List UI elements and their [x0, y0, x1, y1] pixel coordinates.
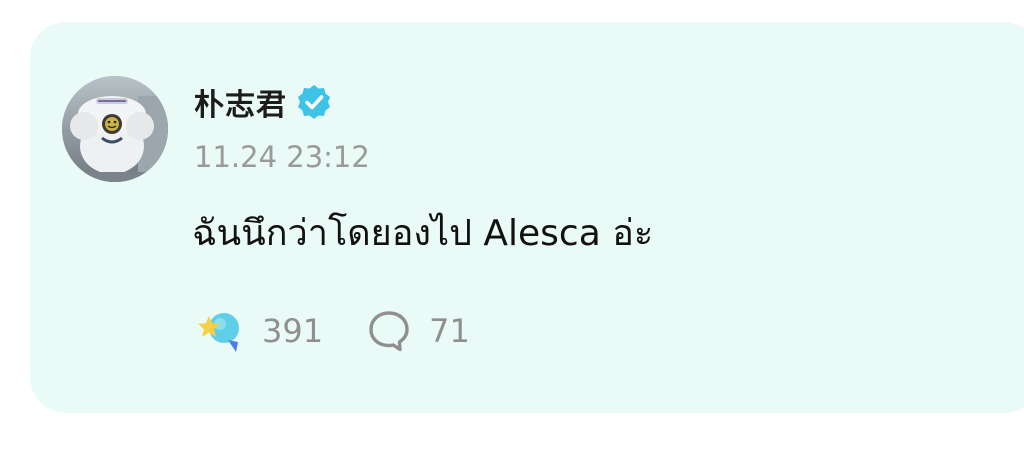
like-button[interactable]: 391	[194, 306, 323, 356]
verified-badge-icon	[295, 83, 333, 121]
comments-count: 71	[429, 312, 470, 350]
speech-bubble-icon	[365, 307, 413, 355]
comment-button[interactable]: 71	[365, 307, 470, 355]
author-row: 朴志君	[194, 80, 333, 124]
likes-count: 391	[262, 312, 324, 350]
star-bubble-icon	[194, 306, 246, 356]
avatar-image	[62, 76, 168, 182]
avatar[interactable]	[62, 76, 168, 182]
author-name[interactable]: 朴志君	[194, 80, 287, 124]
post-timestamp: 11.24 23:12	[194, 140, 370, 174]
post-text: ฉันนึกว่าโดยองไป Alesca อ่ะ	[192, 213, 654, 254]
post-actions: 391 71	[194, 306, 470, 356]
